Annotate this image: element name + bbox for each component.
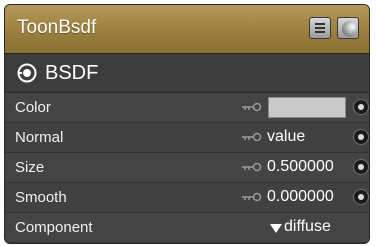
node-title: ToonBsdf [17,17,97,38]
input-label: Component [15,219,93,236]
menu-icon[interactable] [309,17,331,39]
input-label: Smooth [15,189,67,206]
node-title-bar[interactable]: ToonBsdf [5,5,369,54]
key-icon[interactable] [241,132,263,142]
toon-bsdf-node[interactable]: ToonBsdf BSDF Color Normal value Size 0.… [4,4,370,244]
input-socket-icon[interactable] [354,190,368,204]
normal-value[interactable]: value [267,128,305,146]
output-socket-icon[interactable] [17,63,37,83]
sphere-preview-icon[interactable] [337,17,359,39]
input-socket-icon[interactable] [354,160,368,174]
output-label: BSDF [45,62,99,84]
component-value[interactable]: diffuse [284,218,331,236]
input-socket-icon[interactable] [354,100,368,114]
input-row-size: Size 0.500000 [5,153,369,183]
input-row-component: Component diffuse [5,213,369,243]
input-label: Size [15,159,45,176]
input-label: Normal [15,129,64,146]
key-icon[interactable] [241,162,263,172]
input-row-normal: Normal value [5,123,369,153]
color-swatch[interactable] [268,97,346,118]
input-row-smooth: Smooth 0.000000 [5,183,369,213]
input-label: Color [15,99,51,116]
smooth-value[interactable]: 0.000000 [267,188,334,206]
dropdown-arrow-icon[interactable] [270,224,282,233]
input-row-color: Color [5,93,369,123]
output-row: BSDF [5,54,369,93]
key-icon[interactable] [241,102,263,112]
size-value[interactable]: 0.500000 [267,158,334,176]
key-icon[interactable] [241,192,263,202]
input-socket-icon[interactable] [354,130,368,144]
